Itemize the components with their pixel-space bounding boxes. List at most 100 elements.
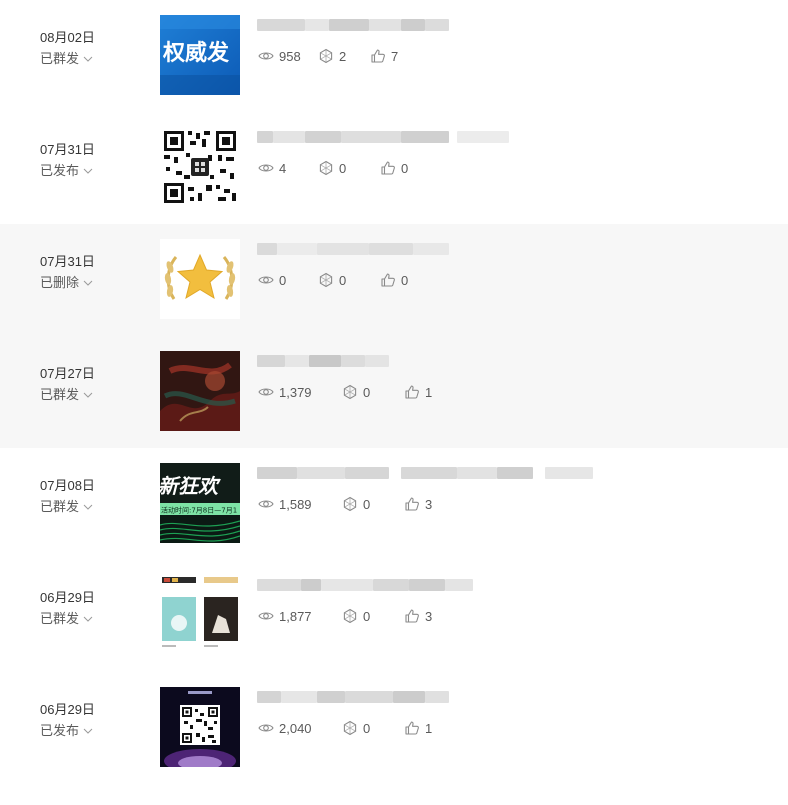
publish-date: 08月02日 [40, 30, 95, 45]
publish-date: 07月31日 [40, 254, 95, 269]
article-thumbnail[interactable] [160, 239, 240, 319]
list-item: 07月27日 已群发 1,379 0 1 [0, 336, 788, 448]
article-stats: 1,379 0 1 [258, 384, 432, 400]
likes-stat: 3 [404, 496, 432, 512]
article-thumbnail[interactable]: 权威发 [160, 15, 240, 95]
article-thumbnail[interactable] [160, 351, 240, 431]
likes-count: 0 [401, 160, 409, 176]
chevron-down-icon [83, 616, 93, 622]
views-stat: 958 [258, 48, 318, 64]
eye-icon [258, 612, 274, 620]
dark-art-image [160, 351, 240, 431]
date-column: 07月31日 已删除 [40, 254, 140, 291]
likes-stat: 3 [404, 608, 432, 624]
views-stat: 0 [258, 272, 318, 288]
article-title[interactable] [257, 19, 449, 31]
dark-qr-image [160, 687, 240, 767]
publish-date: 07月08日 [40, 478, 95, 493]
article-stats: 0 0 0 [258, 272, 408, 288]
thumb-text: 新狂欢 [160, 474, 221, 498]
views-count: 0 [279, 272, 287, 288]
likes-count: 3 [425, 608, 433, 624]
chevron-down-icon [83, 728, 93, 734]
likes-stat: 0 [380, 272, 408, 288]
article-title[interactable] [257, 131, 509, 143]
date-column: 06月29日 已发布 [40, 702, 140, 739]
list-item: 07月31日 已删除 0 0 0 [0, 224, 788, 336]
views-stat: 1,589 [258, 496, 342, 512]
date-column: 07月08日 已群发 [40, 478, 140, 515]
article-title[interactable] [257, 691, 449, 703]
share-icon [319, 160, 333, 176]
chevron-down-icon [83, 280, 93, 286]
article-title[interactable] [257, 355, 389, 367]
chevron-down-icon [83, 56, 93, 62]
share-icon [343, 384, 357, 400]
chevron-down-icon [83, 168, 93, 174]
status-dropdown[interactable]: 已发布 [40, 723, 140, 739]
likes-count: 3 [425, 496, 433, 512]
chevron-down-icon [83, 392, 93, 398]
article-thumbnail[interactable] [160, 575, 240, 655]
status-label: 已群发 [40, 51, 80, 66]
eye-icon [258, 500, 274, 508]
thumbs-up-icon [405, 721, 419, 735]
publish-date: 07月27日 [40, 366, 95, 381]
thumbs-up-icon [405, 609, 419, 623]
status-label: 已删除 [40, 275, 80, 290]
list-item: 07月08日 已群发 新狂欢 活动时间:7月8日—7月1 1,589 0 3 [0, 448, 788, 560]
status-dropdown[interactable]: 已群发 [40, 611, 140, 627]
thumb-subtext: 活动时间:7月8日—7月1 [161, 506, 237, 515]
eye-icon [258, 724, 274, 732]
article-title[interactable] [257, 579, 473, 591]
share-icon [319, 48, 333, 64]
article-thumbnail[interactable]: 新狂欢 活动时间:7月8日—7月1 [160, 463, 240, 543]
article-stats: 1,877 0 3 [258, 608, 432, 624]
eye-icon [258, 164, 274, 172]
shares-count: 0 [339, 272, 347, 288]
green-banner-image: 新狂欢 活动时间:7月8日—7月1 [160, 463, 240, 543]
shares-count: 2 [339, 48, 347, 64]
list-item: 06月29日 已群发 1,877 0 3 [0, 560, 788, 672]
publish-date: 06月29日 [40, 702, 95, 717]
status-dropdown[interactable]: 已删除 [40, 275, 140, 291]
likes-count: 1 [425, 720, 433, 736]
views-count: 1,589 [279, 496, 312, 512]
qr-code-image [160, 127, 240, 207]
views-count: 1,379 [279, 384, 312, 400]
list-item: 06月29日 已发布 2,040 0 1 [0, 672, 788, 784]
publish-date: 06月29日 [40, 590, 95, 605]
date-column: 08月02日 已群发 [40, 30, 140, 67]
share-icon [343, 608, 357, 624]
eye-icon [258, 52, 274, 60]
views-stat: 2,040 [258, 720, 342, 736]
likes-stat: 7 [370, 48, 398, 64]
views-stat: 1,379 [258, 384, 342, 400]
status-label: 已发布 [40, 723, 80, 738]
likes-stat: 0 [380, 160, 408, 176]
shares-stat: 0 [318, 272, 380, 288]
status-label: 已发布 [40, 163, 80, 178]
views-count: 958 [279, 48, 301, 64]
article-title[interactable] [257, 467, 593, 479]
shares-count: 0 [339, 160, 347, 176]
status-dropdown[interactable]: 已群发 [40, 51, 140, 67]
article-thumbnail[interactable] [160, 127, 240, 207]
article-title[interactable] [257, 243, 449, 255]
status-dropdown[interactable]: 已群发 [40, 387, 140, 403]
status-label: 已群发 [40, 499, 80, 514]
thumbs-up-icon [371, 49, 385, 63]
views-count: 4 [279, 160, 287, 176]
thumbs-up-icon [381, 273, 395, 287]
thumb-text: 权威发 [162, 40, 230, 66]
article-thumbnail[interactable] [160, 687, 240, 767]
status-dropdown[interactable]: 已发布 [40, 163, 140, 179]
article-list: 08月02日 已群发 权威发 958 2 7 07月31日 已发布 4 0 0 … [0, 0, 788, 784]
shares-stat: 0 [342, 384, 404, 400]
status-dropdown[interactable]: 已群发 [40, 499, 140, 515]
thumbs-up-icon [405, 385, 419, 399]
date-column: 06月29日 已群发 [40, 590, 140, 627]
list-item: 08月02日 已群发 权威发 958 2 7 [0, 0, 788, 112]
likes-stat: 1 [404, 720, 432, 736]
eye-icon [258, 276, 274, 284]
